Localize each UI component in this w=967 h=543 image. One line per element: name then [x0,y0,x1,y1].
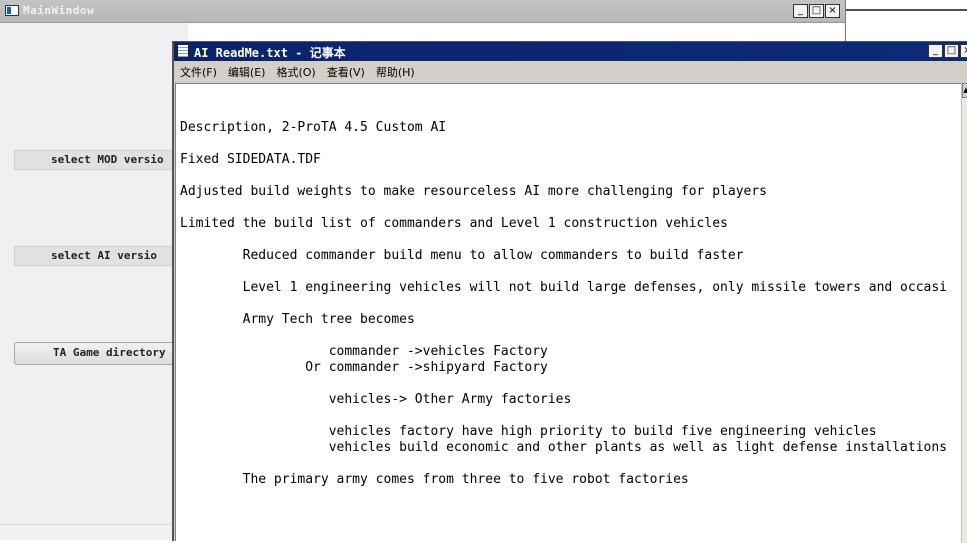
app-window-icon [5,5,19,16]
ta-game-directory-button[interactable]: TA Game directory [14,342,194,365]
notepad-text-content: Description, 2-ProTA 4.5 Custom AI Fixed… [180,120,948,487]
main-window-white-area [188,23,844,43]
select-ai-version-button[interactable]: select AI versio [14,246,194,266]
background-window-edge [846,9,967,11]
notepad-close-button[interactable]: × [960,44,967,58]
vertical-scrollbar[interactable]: ▲ [961,83,967,543]
main-window-client [4,23,188,524]
minimize-button[interactable]: _ [793,4,808,18]
main-window-caption-buttons: _ □ × [792,4,840,18]
notepad-caption-buttons: _ □ × [927,44,967,58]
notepad-window: AI ReadMe.txt - 记事本 _ □ × 文件(F) 编辑(E) 格式… [172,41,967,543]
select-mod-version-button[interactable]: select MOD versio [14,150,194,170]
background-window-strip [846,0,967,40]
notepad-title: AI ReadMe.txt - 记事本 [194,46,346,60]
menu-format[interactable]: 格式(O) [271,64,320,80]
close-button[interactable]: × [825,4,840,18]
scroll-up-arrow-icon[interactable]: ▲ [962,83,967,98]
notepad-icon [177,44,189,58]
notepad-maximize-button[interactable]: □ [944,44,959,58]
menu-help[interactable]: 帮助(H) [371,64,420,80]
notepad-titlebar[interactable]: AI ReadMe.txt - 记事本 _ □ × [174,42,967,61]
main-window-title: MainWindow [23,4,95,17]
maximize-button[interactable]: □ [809,4,824,18]
menu-edit[interactable]: 编辑(E) [223,64,271,80]
notepad-text-area[interactable]: Description, 2-ProTA 4.5 Custom AI Fixed… [175,83,967,541]
menu-file[interactable]: 文件(F) [175,64,222,80]
menu-view[interactable]: 查看(V) [322,64,370,80]
notepad-minimize-button[interactable]: _ [928,44,943,58]
main-window-titlebar[interactable]: MainWindow _ □ × [0,0,845,23]
notepad-menubar: 文件(F) 编辑(E) 格式(O) 查看(V) 帮助(H) [174,61,967,82]
